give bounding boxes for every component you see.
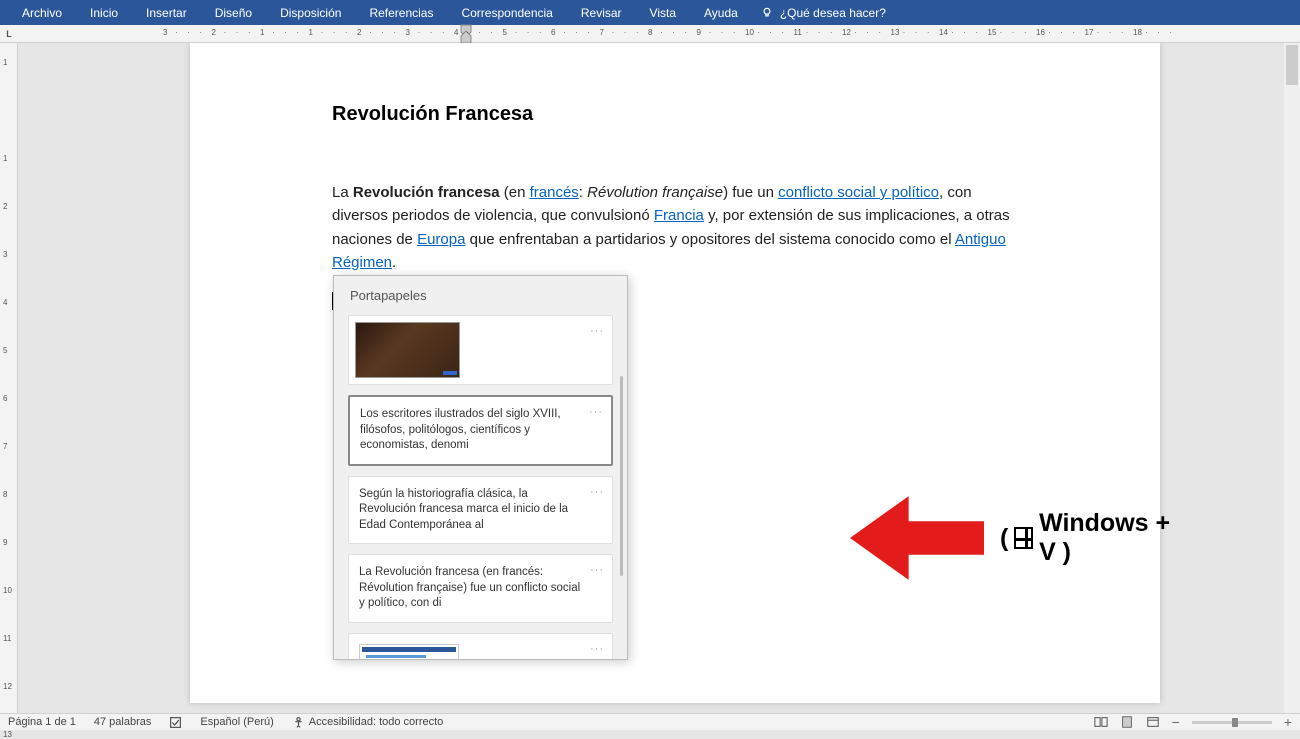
tab-correspondencia[interactable]: Correspondencia xyxy=(447,1,566,25)
status-accessibility[interactable]: Accesibilidad: todo correcto xyxy=(292,716,444,729)
clipboard-item-text-content: Según la historiografía clásica, la Revo… xyxy=(359,488,568,531)
clipboard-panel-title: Portapapeles xyxy=(334,276,627,311)
tab-vista[interactable]: Vista xyxy=(636,1,690,25)
tab-inicio[interactable]: Inicio xyxy=(76,1,132,25)
more-icon[interactable]: ··· xyxy=(590,324,604,339)
scrollbar-thumb[interactable] xyxy=(1286,45,1298,85)
clipboard-image-thumbnail xyxy=(355,322,460,378)
red-arrow-icon xyxy=(850,483,984,593)
clipboard-item-text[interactable]: Según la historiografía clásica, la Revo… xyxy=(348,476,613,545)
clipboard-item-text-content: Los escritores ilustrados del siglo XVII… xyxy=(360,408,561,451)
tab-insertar[interactable]: Insertar xyxy=(132,1,201,25)
annotation-overlay: ( Windows + V ) xyxy=(850,483,1178,593)
web-layout-icon[interactable] xyxy=(1146,715,1160,729)
clipboard-scrollbar[interactable] xyxy=(620,376,623,576)
ribbon-tabs-bar: Archivo Inicio Insertar Diseño Disposici… xyxy=(0,0,1300,25)
zoom-slider[interactable] xyxy=(1192,721,1272,724)
windows-key-icon xyxy=(1014,527,1033,549)
print-layout-icon[interactable] xyxy=(1120,715,1134,729)
ruler-corner-tab-icon[interactable]: L xyxy=(0,25,18,43)
horizontal-ruler: L 3···2···1···1···2···3···4···5···6···7·… xyxy=(0,25,1300,43)
read-mode-icon[interactable] xyxy=(1094,715,1108,729)
tab-revisar[interactable]: Revisar xyxy=(567,1,636,25)
status-bar: Página 1 de 1 47 palabras Español (Perú)… xyxy=(0,713,1300,730)
accessibility-icon xyxy=(292,716,305,729)
tell-me-label: ¿Qué desea hacer? xyxy=(780,6,886,20)
document-title: Revolución Francesa xyxy=(332,103,1018,126)
document-paragraph: La Revolución francesa (en francés: Révo… xyxy=(332,181,1018,274)
clipboard-item-screenshot[interactable]: ··· xyxy=(348,633,613,660)
clipboard-item-text[interactable]: Los escritores ilustrados del siglo XVII… xyxy=(348,395,613,466)
more-icon[interactable]: ··· xyxy=(590,485,604,500)
link-conflicto[interactable]: conflicto social y político xyxy=(778,184,939,201)
more-icon[interactable]: ··· xyxy=(590,563,604,578)
vertical-scrollbar[interactable] xyxy=(1284,43,1300,713)
zoom-out-button[interactable]: − xyxy=(1172,714,1180,730)
tell-me-search[interactable]: ¿Qué desea hacer? xyxy=(760,6,886,20)
status-language[interactable]: Español (Perú) xyxy=(200,716,273,728)
clipboard-screenshot-thumbnail xyxy=(359,644,459,660)
link-europa[interactable]: Europa xyxy=(417,231,465,248)
vertical-ruler: 112345678910111213 xyxy=(0,43,18,713)
status-spellcheck-icon[interactable] xyxy=(169,716,182,729)
tab-diseno[interactable]: Diseño xyxy=(201,1,266,25)
lightbulb-icon xyxy=(760,6,774,20)
document-area: Revolución Francesa La Revolución france… xyxy=(18,43,1300,713)
status-page[interactable]: Página 1 de 1 xyxy=(8,716,76,728)
clipboard-item-text-content: La Revolución francesa (en francés: Révo… xyxy=(359,566,580,609)
tab-archivo[interactable]: Archivo xyxy=(8,1,76,25)
link-frances[interactable]: francés xyxy=(530,184,579,201)
link-francia[interactable]: Francia xyxy=(654,207,704,224)
zoom-in-button[interactable]: + xyxy=(1284,714,1292,730)
clipboard-item-text[interactable]: La Revolución francesa (en francés: Révo… xyxy=(348,554,613,623)
tab-referencias[interactable]: Referencias xyxy=(355,1,447,25)
status-word-count[interactable]: 47 palabras xyxy=(94,716,152,728)
clipboard-items-list: ··· Los escritores ilustrados del siglo … xyxy=(334,311,627,660)
more-icon[interactable]: ··· xyxy=(589,405,603,420)
tab-disposicion[interactable]: Disposición xyxy=(266,1,355,25)
tab-ayuda[interactable]: Ayuda xyxy=(690,1,752,25)
clipboard-history-panel[interactable]: Portapapeles ··· Los escritores ilustrad… xyxy=(333,275,628,660)
annotation-text: ( Windows + V ) xyxy=(1000,509,1178,567)
more-icon[interactable]: ··· xyxy=(590,642,604,657)
clipboard-item-image[interactable]: ··· xyxy=(348,315,613,385)
